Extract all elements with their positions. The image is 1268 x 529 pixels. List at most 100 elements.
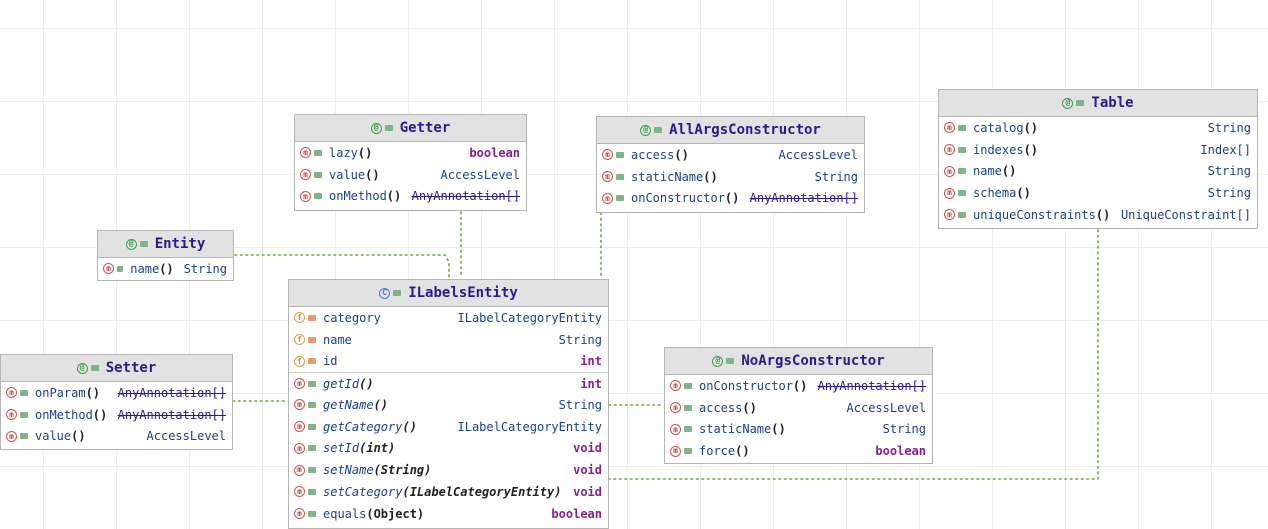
member-params: () — [742, 400, 757, 415]
ilabels-title: ILabelsEntity — [408, 285, 518, 301]
field-row[interactable]: f category ILabelCategoryEntity — [289, 307, 608, 329]
method-row[interactable]: m equals (Object) boolean — [289, 503, 608, 525]
method-icon: m — [670, 445, 681, 457]
member-type: String — [1207, 164, 1251, 179]
method-icon: m — [670, 423, 681, 435]
noargs-title: NoArgsConstructor — [741, 353, 885, 369]
entity-header[interactable]: @ Entity — [98, 231, 233, 258]
ilabels-header[interactable]: C ILabelsEntity — [289, 280, 608, 307]
member-name: name — [130, 261, 160, 276]
public-visibility-icon — [684, 426, 692, 433]
member-name: onConstructor — [631, 191, 725, 206]
member-params: () — [1001, 164, 1017, 179]
public-visibility-icon — [308, 423, 316, 430]
method-row[interactable]: m access() AccessLevel — [597, 144, 864, 166]
public-visibility-icon — [958, 124, 966, 131]
member-type: Index[] — [1200, 142, 1251, 157]
method-row[interactable]: m getName() String — [289, 394, 608, 416]
method-row[interactable]: m getId() int — [289, 372, 608, 394]
member-name: staticName — [631, 169, 704, 184]
member-name: lazy — [329, 145, 358, 160]
member-type: boolean — [469, 145, 520, 160]
getter-node[interactable]: @ Getter m lazy() boolean m value() AccessLevel… — [294, 114, 527, 211]
method-row[interactable]: m staticName() String — [597, 166, 864, 188]
field-icon: f — [294, 334, 305, 346]
member-name: onParam — [35, 385, 86, 400]
annotation-icon: @ — [712, 355, 724, 367]
public-visibility-icon — [117, 265, 124, 272]
method-row[interactable]: m onParam() AnyAnnotation[] — [1, 382, 232, 404]
method-row[interactable]: m value() AccessLevel — [1, 426, 232, 448]
member-params: () — [365, 167, 380, 182]
field-row[interactable]: f id int — [289, 351, 608, 373]
public-visibility-icon — [958, 146, 966, 153]
field-icon: f — [294, 355, 305, 367]
method-row[interactable]: m access() AccessLevel — [665, 397, 932, 419]
setter-node[interactable]: @ Setter m onParam() AnyAnnotation[] m onMetho… — [0, 354, 233, 450]
member-name: schema — [973, 186, 1017, 201]
member-name: staticName — [699, 422, 772, 437]
method-row[interactable]: m setCategory (ILabelCategoryEntity) void — [289, 481, 608, 503]
field-row[interactable]: f name String — [289, 329, 608, 351]
method-row[interactable]: m onConstructor() AnyAnnotation[] — [665, 375, 932, 397]
method-row[interactable]: m onMethod() AnyAnnotation[] — [1, 404, 232, 426]
public-visibility-icon — [654, 127, 663, 133]
method-icon: m — [944, 165, 955, 177]
method-row[interactable]: m onConstructor() AnyAnnotation[] — [597, 188, 864, 210]
member-type: String — [1207, 120, 1251, 135]
member-name: force — [699, 444, 736, 459]
public-visibility-icon — [684, 448, 692, 455]
setter-header[interactable]: @ Setter — [1, 355, 232, 382]
noargs-constructor-node[interactable]: @ NoArgsConstructor m onConstructor() AnyAnn… — [664, 347, 933, 464]
member-params: () — [85, 385, 101, 400]
ilabels-entity-node[interactable]: C ILabelsEntity f category ILabelCategoryEnt… — [288, 279, 609, 529]
noargs-header[interactable]: @ NoArgsConstructor — [665, 348, 932, 375]
getter-title: Getter — [399, 120, 451, 136]
member-params: () — [735, 444, 750, 459]
method-icon: m — [944, 144, 955, 156]
method-icon: m — [103, 263, 114, 275]
method-row[interactable]: m uniqueConstraints() UniqueConstraint[] — [939, 204, 1257, 226]
method-row[interactable]: m setName (String) void — [289, 459, 608, 481]
method-icon: m — [294, 378, 305, 390]
member-type: AnyAnnotation[] — [117, 407, 226, 422]
method-row[interactable]: m staticName() String — [665, 419, 932, 441]
method-row[interactable]: m lazy() boolean — [295, 142, 526, 164]
table-header[interactable]: @ Table — [939, 90, 1257, 117]
method-row[interactable]: m name() String — [939, 161, 1257, 183]
method-icon: m — [294, 399, 305, 411]
member-type: void — [573, 484, 602, 499]
method-row[interactable]: m setId (int) void — [289, 438, 608, 460]
method-icon: m — [670, 402, 681, 414]
method-row[interactable]: m force() boolean — [665, 440, 932, 462]
allargs-constructor-node[interactable]: @ AllArgsConstructor m access() AccessLevel m… — [596, 116, 865, 213]
member-name: getId — [323, 376, 360, 391]
method-row[interactable]: m getCategory() ILabelCategoryEntity — [289, 416, 608, 438]
public-visibility-icon — [20, 389, 28, 396]
method-row[interactable]: m value() AccessLevel — [295, 164, 526, 186]
entity-node[interactable]: @ Entity m name() String — [97, 230, 234, 281]
table-node[interactable]: @ Table m catalog() String m indexes() Index[] m… — [938, 89, 1258, 229]
member-type: void — [573, 441, 602, 456]
member-params: () — [703, 169, 718, 184]
method-row[interactable]: m name() String — [98, 258, 233, 280]
method-row[interactable]: m onMethod() AnyAnnotation[] — [295, 186, 526, 208]
getter-header[interactable]: @ Getter — [295, 115, 526, 142]
method-row[interactable]: m indexes() Index[] — [939, 139, 1257, 161]
method-icon: m — [944, 122, 955, 134]
allargs-header[interactable]: @ AllArgsConstructor — [597, 117, 864, 144]
member-type: AnyAnnotation[] — [411, 189, 520, 204]
method-row[interactable]: m schema() String — [939, 182, 1257, 204]
public-visibility-icon — [616, 195, 624, 202]
method-row[interactable]: m catalog() String — [939, 117, 1257, 139]
member-name: value — [329, 167, 366, 182]
private-lock-icon — [308, 336, 316, 343]
method-icon: m — [300, 169, 311, 181]
method-icon: m — [602, 192, 613, 204]
member-name: name — [973, 164, 1002, 179]
member-name: setName — [323, 463, 374, 478]
method-icon: m — [6, 409, 17, 421]
member-params: () — [402, 419, 417, 434]
member-params: (Object) — [366, 506, 425, 521]
public-visibility-icon — [308, 467, 316, 474]
